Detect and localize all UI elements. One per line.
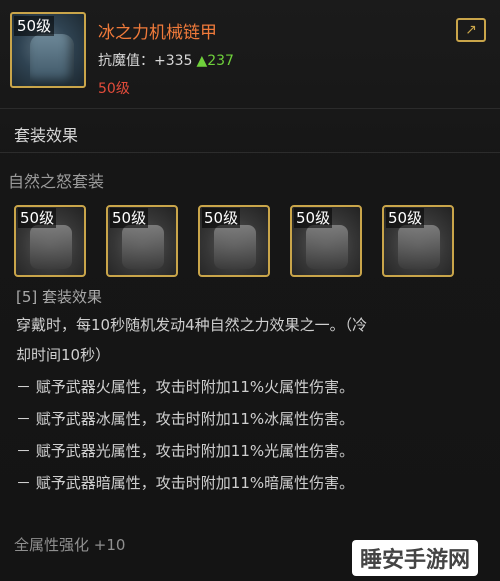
set-piece-gauntlet[interactable]: 50级 xyxy=(198,205,270,277)
set-bonus-desc-line: － 赋予武器火属性，攻击时附加11%火属性伤害。 xyxy=(16,378,355,396)
all-attribute-stat: 全属性强化 +10 xyxy=(14,536,126,554)
item-icon[interactable]: 50级 xyxy=(10,12,86,88)
item-header: 50级 冰之力机械链甲 抗魔值：+335 ▲237 50级 ↗ xyxy=(0,0,500,109)
set-effect-title: 套装效果 xyxy=(14,126,79,145)
set-piece-boots[interactable]: 50级 xyxy=(382,205,454,277)
chain-armor-icon xyxy=(30,34,74,86)
set-bonus-desc-line: － 赋予武器冰属性，攻击时附加11%冰属性伤害。 xyxy=(16,410,355,428)
set-piece-level: 50级 xyxy=(110,208,149,228)
gauntlet-icon xyxy=(214,225,256,269)
set-piece-chest[interactable]: 50级 xyxy=(106,205,178,277)
share-arrow-icon: ↗ xyxy=(465,22,477,38)
set-name: 自然之怒套装 xyxy=(8,172,105,191)
set-bonus-header: [5] 套装效果 xyxy=(16,288,103,306)
stat-increase: ▲237 xyxy=(196,53,234,69)
item-level-badge: 50级 xyxy=(14,16,55,36)
chest-armor-icon xyxy=(122,225,164,269)
set-bonus-desc-line: － 赋予武器暗属性，攻击时附加11%暗属性伤害。 xyxy=(16,474,355,492)
item-stat-row: 抗魔值：+335 ▲237 xyxy=(98,50,234,70)
belt-icon xyxy=(306,225,348,269)
share-button[interactable]: ↗ xyxy=(456,18,486,42)
set-bonus-desc-line: 却时间10秒） xyxy=(16,346,111,364)
divider xyxy=(0,152,500,153)
item-tooltip-panel: 50级 冰之力机械链甲 抗魔值：+335 ▲237 50级 ↗ 套装效果 自然之怒… xyxy=(0,0,500,581)
set-piece-level: 50级 xyxy=(202,208,241,228)
helmet-icon xyxy=(30,225,72,269)
set-piece-level: 50级 xyxy=(294,208,333,228)
set-piece-level: 50级 xyxy=(386,208,425,228)
item-name: 冰之力机械链甲 xyxy=(98,23,217,43)
stat-value: +335 xyxy=(154,53,193,69)
site-watermark: 睡安手游网 xyxy=(352,540,479,576)
set-piece-level: 50级 xyxy=(18,208,57,228)
set-pieces-row: 50级 50级 50级 50级 50级 xyxy=(14,205,484,277)
boots-icon xyxy=(398,225,440,269)
set-bonus-desc-line: － 赋予武器光属性，攻击时附加11%光属性伤害。 xyxy=(16,442,355,460)
set-piece-helmet[interactable]: 50级 xyxy=(14,205,86,277)
set-bonus-desc-line: 穿戴时，每10秒随机发动4种自然之力效果之一。（冷 xyxy=(16,316,368,334)
required-level: 50级 xyxy=(98,81,130,97)
stat-label: 抗魔值： xyxy=(98,53,154,69)
set-piece-belt[interactable]: 50级 xyxy=(290,205,362,277)
